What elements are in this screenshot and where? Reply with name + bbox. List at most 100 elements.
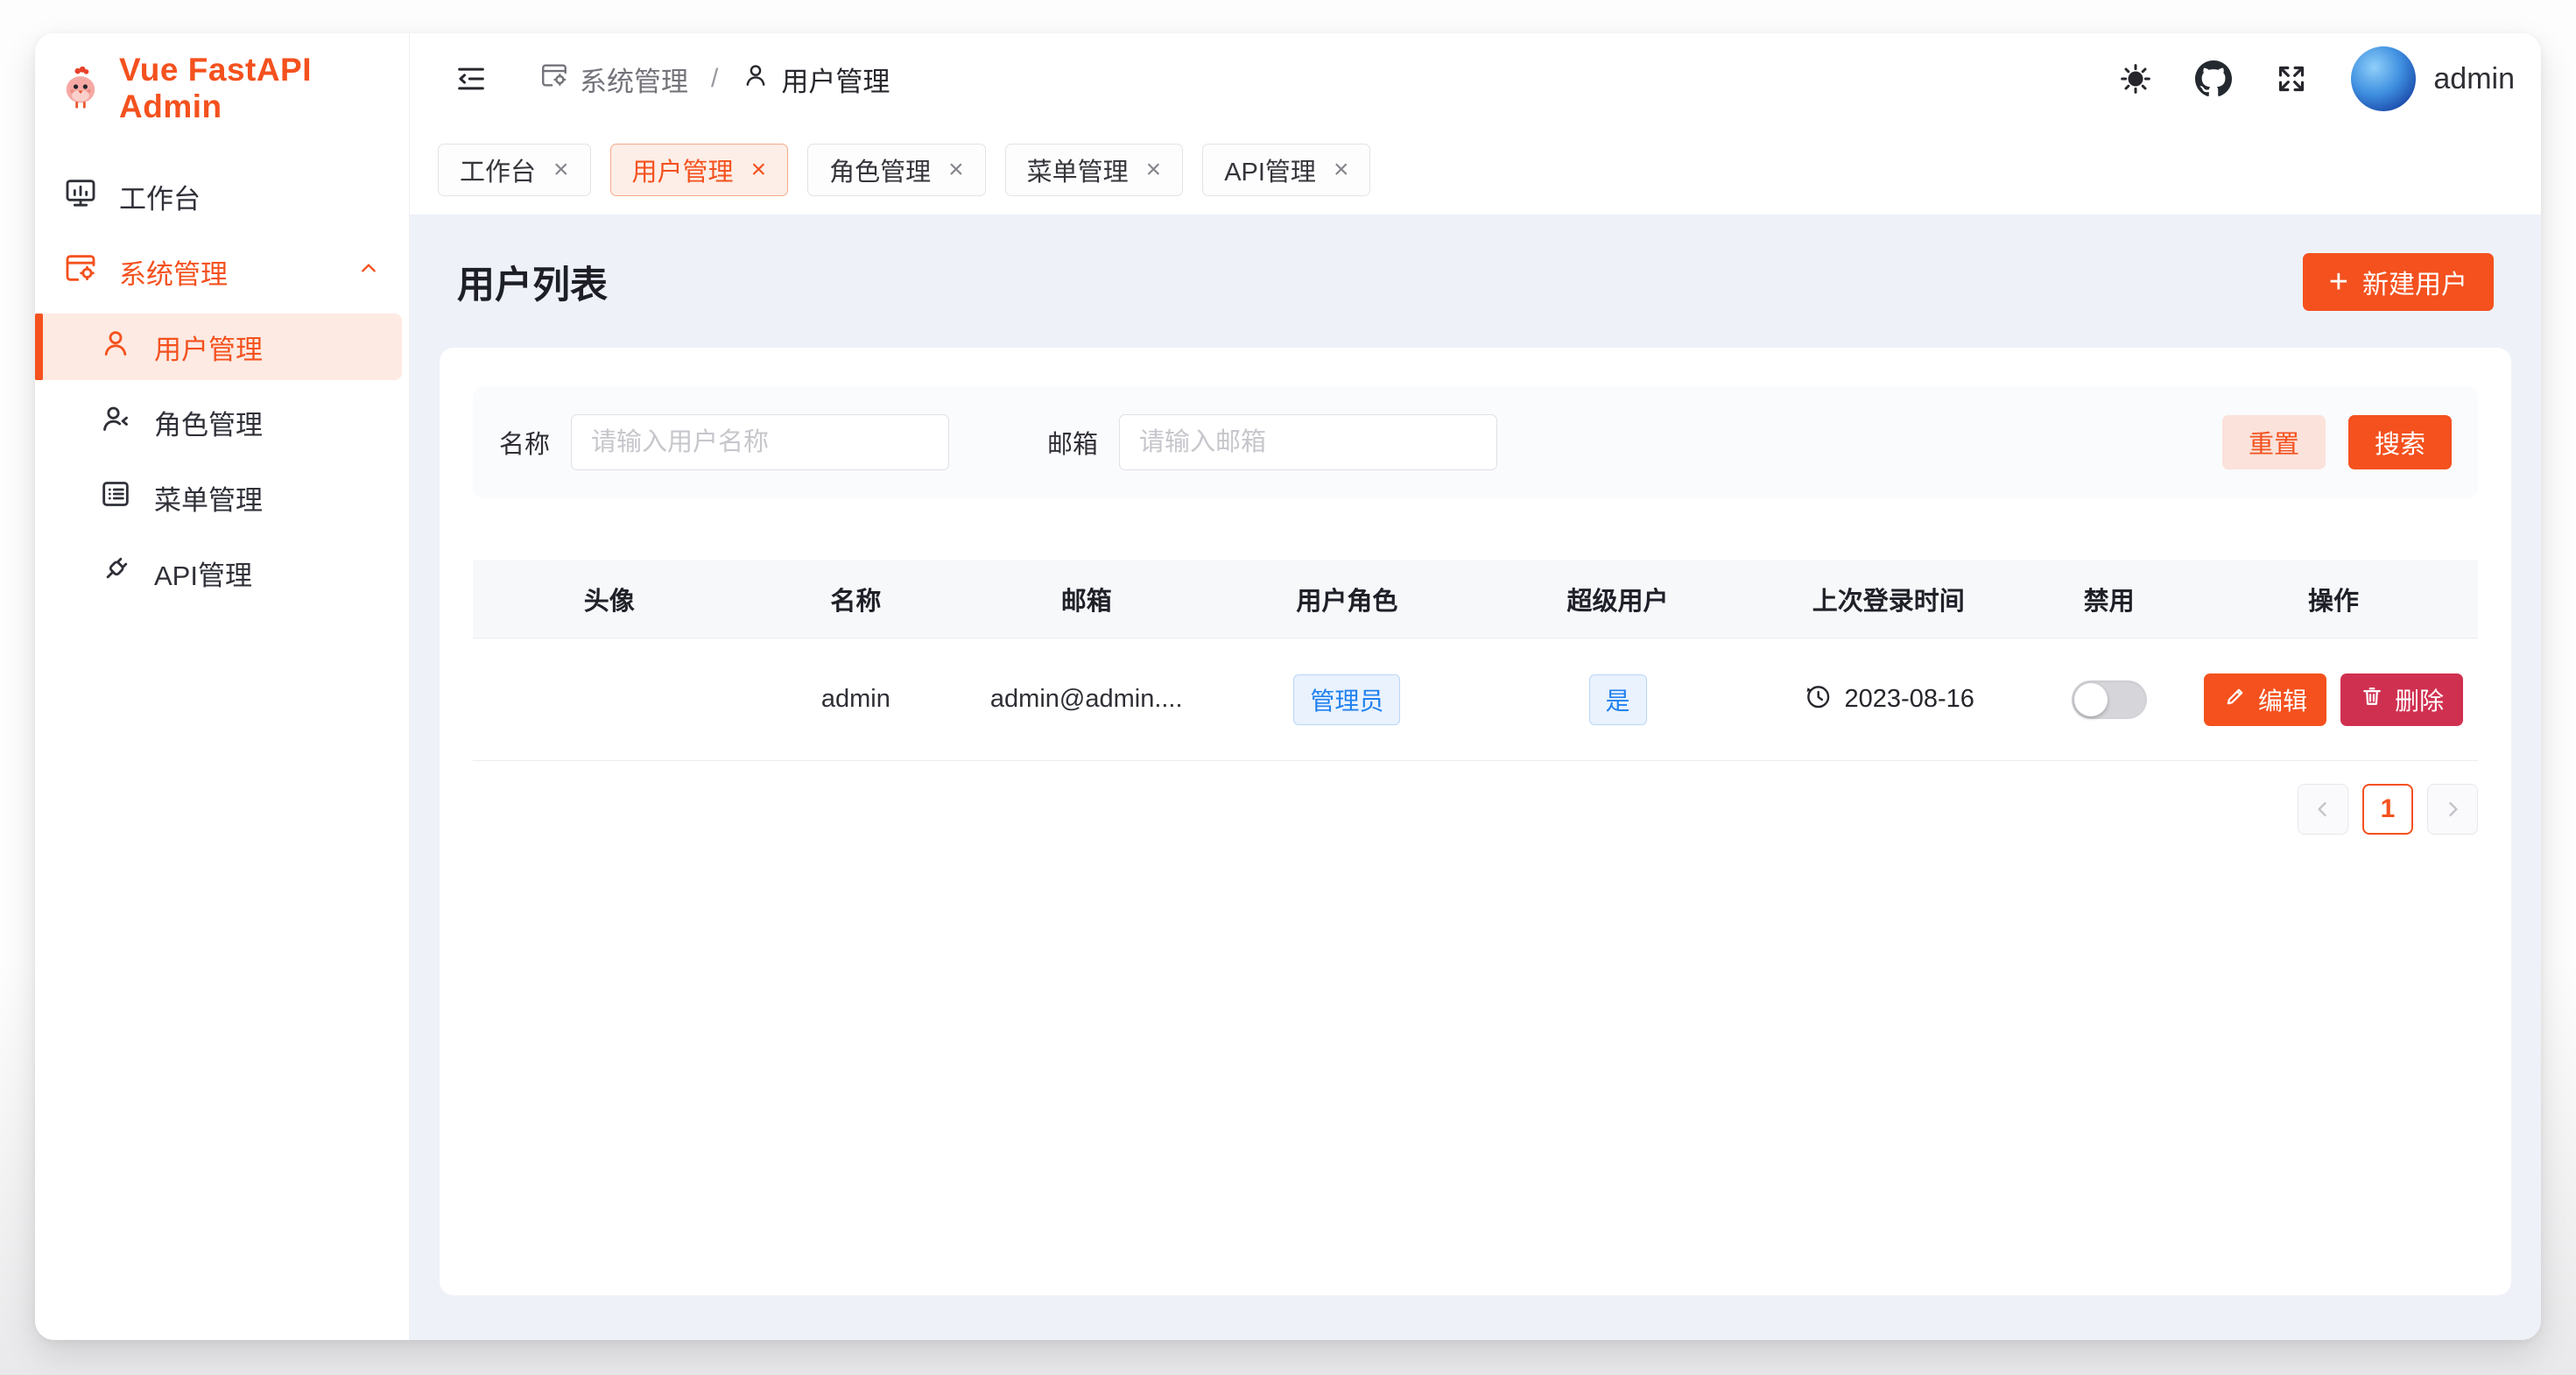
plus-icon: +	[2329, 265, 2348, 299]
page-number-1[interactable]: 1	[2362, 784, 2413, 835]
tab-label: 角色管理	[829, 152, 931, 188]
tab-api-management[interactable]: API管理 ×	[1202, 144, 1370, 196]
column-header-name: 名称	[745, 581, 966, 617]
create-user-label: 新建用户	[2362, 263, 2467, 301]
close-icon[interactable]: ×	[1334, 157, 1349, 183]
actions-cell: 编辑 删除	[2189, 673, 2478, 726]
system-settings-icon	[63, 250, 98, 293]
edit-button[interactable]: 编辑	[2204, 673, 2326, 726]
sidebar-item-menu-management[interactable]: 菜单管理	[42, 464, 402, 531]
sidebar-item-user-management[interactable]: 用户管理	[35, 314, 402, 380]
trash-icon	[2360, 684, 2384, 715]
breadcrumb-label: 系统管理	[580, 60, 688, 99]
sidebar-item-api-management[interactable]: API管理	[42, 539, 402, 606]
app-logo[interactable]: Vue FastAPI Admin	[35, 33, 409, 131]
app-window: Vue FastAPI Admin 工作台	[35, 33, 2541, 1340]
clock-history-icon	[1803, 681, 1833, 718]
sidebar: Vue FastAPI Admin 工作台	[35, 33, 410, 1340]
delete-label: 删除	[2395, 682, 2444, 717]
github-icon[interactable]	[2195, 60, 2232, 97]
sidebar-item-label: 角色管理	[154, 403, 263, 442]
email-filter-input[interactable]	[1119, 414, 1497, 470]
filter-actions: 重置 搜索	[2222, 415, 2452, 469]
sidebar-collapse-icon[interactable]	[454, 61, 489, 96]
tab-label: API管理	[1224, 152, 1316, 188]
user-icon	[741, 60, 771, 97]
role-icon	[98, 401, 133, 443]
user-icon	[98, 326, 133, 368]
user-menu[interactable]: admin	[2351, 46, 2515, 111]
avatar[interactable]	[2351, 46, 2416, 111]
edit-label: 编辑	[2258, 682, 2307, 717]
table-header-row: 头像 名称 邮箱 用户角色 超级用户 上次登录时间 禁用 操作	[473, 560, 2478, 638]
breadcrumb-label: 用户管理	[781, 60, 890, 99]
sidebar-item-label: API管理	[154, 554, 252, 593]
tabbar: 工作台 × 用户管理 × 角色管理 × 菜单管理 × API管理 ×	[410, 124, 2541, 215]
sidebar-item-workbench[interactable]: 工作台	[42, 163, 402, 229]
chick-logo-icon	[58, 64, 103, 114]
topbar: 系统管理 / 用户管理	[410, 33, 2541, 124]
reset-button[interactable]: 重置	[2222, 415, 2326, 469]
tab-label: 工作台	[460, 152, 536, 188]
table-row: admin admin@admin.... 管理员 是	[473, 638, 2478, 761]
role-cell: 管理员	[1207, 674, 1488, 725]
search-button[interactable]: 搜索	[2348, 415, 2452, 469]
name-cell: admin	[745, 685, 966, 714]
sidebar-item-role-management[interactable]: 角色管理	[42, 389, 402, 455]
name-filter-label: 名称	[499, 424, 550, 461]
close-icon[interactable]: ×	[948, 157, 964, 183]
filter-bar: 名称 邮箱 重置 搜索	[473, 386, 2478, 498]
column-header-actions: 操作	[2189, 581, 2478, 617]
email-filter-label: 邮箱	[1047, 424, 1098, 461]
user-list-card: 名称 邮箱 重置 搜索 头像 名称	[440, 348, 2511, 1295]
topbar-actions: admin	[2118, 46, 2515, 111]
sidebar-item-label: 工作台	[119, 177, 201, 216]
email-cell: admin@admin....	[966, 685, 1207, 714]
content-area: 用户列表 + 新建用户 名称 邮箱	[410, 215, 2541, 1340]
sidebar-item-system-management[interactable]: 系统管理	[42, 238, 402, 305]
disabled-cell	[2029, 680, 2189, 719]
sidebar-item-label: 系统管理	[119, 252, 228, 292]
breadcrumb-separator: /	[711, 64, 718, 94]
disable-toggle[interactable]	[2072, 680, 2147, 719]
username: admin	[2433, 62, 2515, 96]
superuser-tag: 是	[1589, 674, 1647, 725]
close-icon[interactable]: ×	[1146, 157, 1162, 183]
delete-button[interactable]: 删除	[2340, 673, 2463, 726]
column-header-last-login: 上次登录时间	[1748, 581, 2029, 617]
tab-user-management[interactable]: 用户管理 ×	[610, 144, 789, 196]
column-header-avatar: 头像	[473, 581, 745, 617]
breadcrumb-item-system[interactable]: 系统管理	[539, 60, 688, 99]
name-filter-input[interactable]	[571, 414, 949, 470]
tab-workbench[interactable]: 工作台 ×	[438, 144, 591, 196]
sidebar-item-label: 用户管理	[154, 328, 263, 367]
last-login-value: 2023-08-16	[1845, 685, 1974, 714]
tab-label: 用户管理	[632, 152, 734, 188]
chevron-up-icon	[355, 254, 383, 289]
tab-menu-management[interactable]: 菜单管理 ×	[1005, 144, 1184, 196]
column-header-role: 用户角色	[1207, 581, 1488, 617]
tab-label: 菜单管理	[1027, 152, 1129, 188]
theme-sun-icon[interactable]	[2118, 61, 2153, 96]
prev-page-button[interactable]	[2298, 784, 2348, 835]
workbench-icon	[63, 175, 98, 217]
superuser-cell: 是	[1488, 674, 1749, 725]
column-header-disabled: 禁用	[2029, 581, 2189, 617]
close-icon[interactable]: ×	[553, 157, 569, 183]
close-icon[interactable]: ×	[751, 157, 767, 183]
sidebar-menu: 工作台 系统管理	[35, 131, 409, 615]
content-header: 用户列表 + 新建用户	[440, 215, 2511, 348]
api-plug-icon	[98, 552, 133, 594]
system-settings-icon	[539, 60, 569, 97]
tab-role-management[interactable]: 角色管理 ×	[807, 144, 986, 196]
menu-list-icon	[98, 476, 133, 518]
fullscreen-icon[interactable]	[2274, 61, 2309, 96]
role-tag: 管理员	[1293, 674, 1400, 725]
next-page-button[interactable]	[2427, 784, 2478, 835]
page-title: 用户列表	[457, 255, 608, 309]
last-login-cell: 2023-08-16	[1748, 681, 2029, 718]
breadcrumb-item-user[interactable]: 用户管理	[741, 60, 890, 99]
breadcrumb: 系统管理 / 用户管理	[539, 60, 890, 99]
create-user-button[interactable]: + 新建用户	[2303, 253, 2494, 311]
name-filter-group: 名称	[499, 414, 949, 470]
